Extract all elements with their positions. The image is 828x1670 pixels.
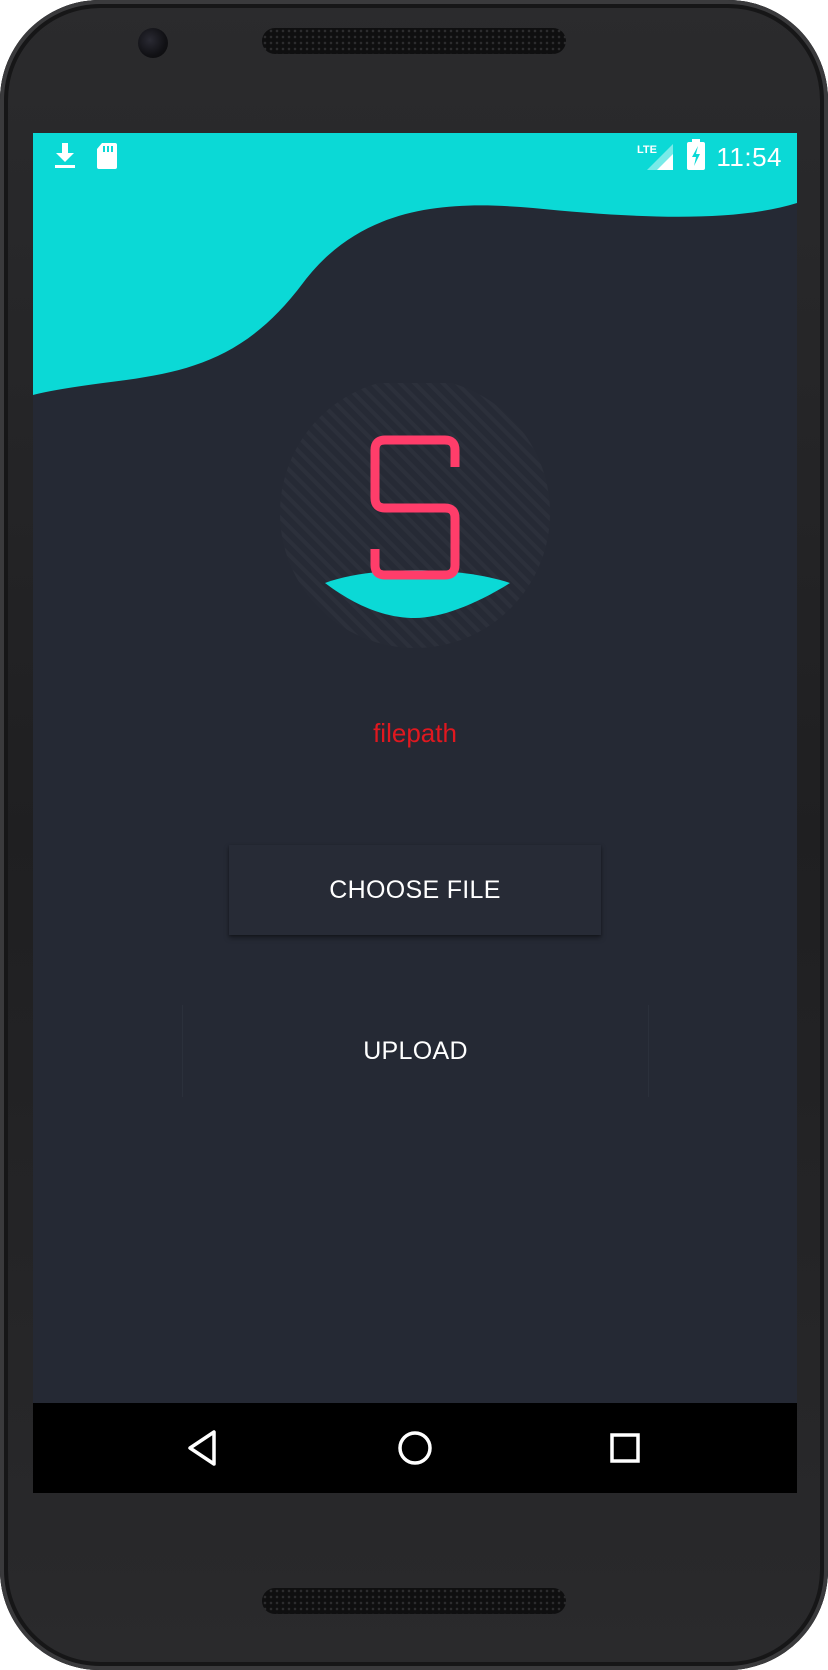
phone-frame: LTE 11:54 filepath CHOOSE FILE UPLOAD — [0, 0, 828, 1670]
app-logo — [280, 383, 550, 648]
top-speaker-grille — [262, 28, 566, 54]
lte-signal-icon: LTE — [637, 144, 673, 170]
bottom-speaker-grille — [262, 1588, 566, 1614]
status-bar: LTE 11:54 — [33, 133, 797, 181]
download-icon — [55, 143, 75, 168]
battery-charging-icon — [687, 139, 705, 170]
status-time: 11:54 — [716, 142, 782, 172]
back-icon[interactable] — [180, 1424, 228, 1472]
app-screen: LTE 11:54 filepath CHOOSE FILE UPLOAD — [33, 133, 797, 1493]
lte-label: LTE — [637, 144, 657, 156]
front-camera — [138, 28, 168, 58]
upload-button[interactable]: UPLOAD — [182, 1005, 649, 1097]
home-icon[interactable] — [391, 1424, 439, 1472]
recents-icon[interactable] — [601, 1424, 649, 1472]
filepath-label: filepath — [373, 718, 457, 748]
sd-card-icon — [97, 143, 117, 169]
navigation-bar — [33, 1403, 797, 1493]
choose-file-button[interactable]: CHOOSE FILE — [229, 845, 601, 935]
